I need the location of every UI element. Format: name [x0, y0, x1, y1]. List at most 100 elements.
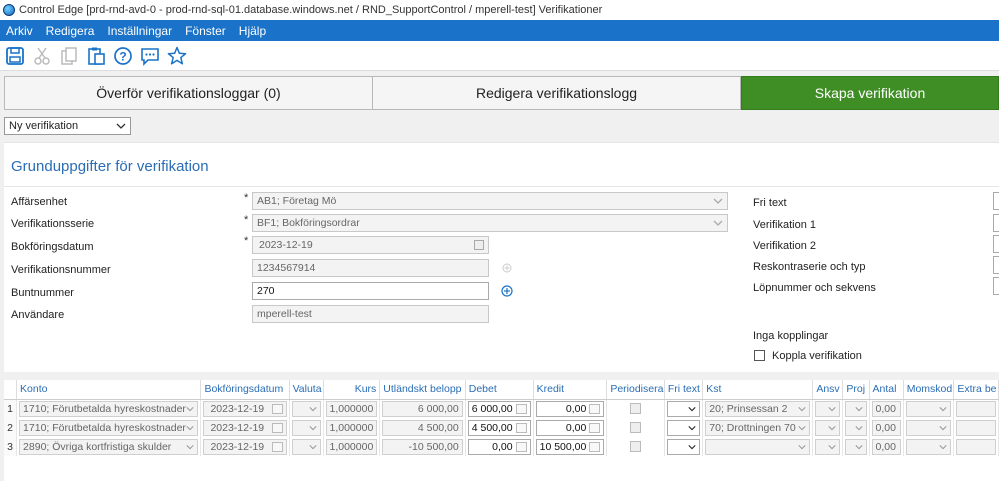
star-icon[interactable] — [165, 44, 189, 68]
extra-cell[interactable] — [956, 438, 996, 455]
reskontra-field[interactable] — [993, 256, 999, 274]
col-fri-text[interactable]: Fri text — [664, 380, 704, 400]
kst-cell[interactable]: 20; Prinsessan 2 — [705, 400, 811, 417]
momskod-cell[interactable] — [905, 438, 952, 455]
datum-cell[interactable]: 2023-12-19 — [203, 438, 287, 455]
cut-icon[interactable] — [30, 44, 54, 68]
fri-text-cell[interactable] — [666, 419, 701, 436]
calendar-icon[interactable] — [271, 403, 283, 414]
calendar-icon[interactable] — [271, 441, 283, 452]
chevron-down-icon — [308, 406, 317, 412]
save-icon[interactable] — [3, 44, 27, 68]
calculator-icon[interactable] — [515, 441, 527, 452]
kredit-value: 0,00 — [565, 402, 587, 415]
add-icon[interactable] — [501, 285, 513, 297]
datum-cell[interactable]: 2023-12-19 — [203, 400, 287, 417]
tab-redigera[interactable]: Redigera verifikationslogg — [373, 76, 741, 110]
valuta-cell[interactable] — [291, 438, 321, 455]
kst-cell[interactable] — [705, 438, 811, 455]
menu-arkiv[interactable]: Arkiv — [0, 24, 40, 38]
valuta-cell[interactable] — [291, 400, 321, 417]
calendar-icon[interactable] — [474, 240, 484, 250]
lopnummer-label: Löpnummer och sekvens — [753, 282, 876, 294]
col-proj[interactable]: Proj — [842, 380, 870, 400]
kredit-cell[interactable]: 0,00 — [535, 419, 605, 436]
verifikation2-field[interactable] — [993, 235, 999, 253]
chevron-down-icon — [186, 444, 195, 449]
col-kredit[interactable]: Kredit — [533, 380, 608, 400]
col-bokforingsdatum[interactable]: Bokföringsdatum — [200, 380, 290, 400]
momskod-cell[interactable] — [905, 400, 952, 417]
periodisera-checkbox[interactable] — [630, 441, 642, 452]
fri-text-field[interactable] — [993, 192, 999, 210]
col-valuta[interactable]: Valuta — [289, 380, 324, 400]
fri-text-cell[interactable] — [666, 438, 701, 455]
ansv-cell[interactable] — [815, 419, 841, 436]
col-konto[interactable]: Konto — [16, 380, 202, 400]
col-debet[interactable]: Debet — [465, 380, 534, 400]
verification-type-select[interactable]: Ny verifikation — [4, 117, 131, 135]
menu-fonster[interactable]: Fönster — [179, 24, 233, 38]
calendar-icon[interactable] — [271, 422, 283, 433]
periodisera-checkbox[interactable] — [630, 403, 642, 415]
menu-installningar[interactable]: Inställningar — [101, 24, 179, 38]
chevron-down-icon — [798, 444, 806, 449]
bokforingsdatum-field[interactable]: 2023-12-19 — [252, 236, 489, 254]
periodisera-checkbox[interactable] — [630, 422, 642, 433]
calculator-icon[interactable] — [589, 441, 601, 452]
debet-cell[interactable]: 4 500,00 — [467, 419, 531, 436]
kredit-cell[interactable]: 0,00 — [535, 400, 605, 417]
col-extra[interactable]: Extra be — [953, 380, 999, 400]
extra-cell[interactable] — [956, 400, 996, 417]
valuta-cell[interactable] — [291, 419, 321, 436]
calculator-icon[interactable] — [515, 403, 527, 414]
proj-cell[interactable] — [845, 438, 867, 455]
paste-icon[interactable] — [84, 44, 108, 68]
copy-icon[interactable] — [57, 44, 81, 68]
window-title: Control Edge [prd-rnd-avd-0 - prod-rnd-s… — [19, 4, 603, 16]
lopnummer-field[interactable] — [993, 277, 999, 295]
datum-cell[interactable]: 2023-12-19 — [203, 419, 287, 436]
buntnummer-field[interactable]: 270 — [252, 282, 489, 300]
chevron-down-icon — [854, 425, 863, 430]
add-icon — [502, 263, 512, 273]
konto-cell[interactable]: 2890; Övriga kortfristiga skulder — [19, 438, 199, 455]
menu-hjalp[interactable]: Hjälp — [233, 24, 273, 38]
calculator-icon[interactable] — [589, 422, 601, 433]
ansv-cell[interactable] — [815, 400, 841, 417]
debet-cell[interactable]: 6 000,00 — [467, 400, 531, 417]
calculator-icon[interactable] — [589, 403, 601, 414]
kst-cell[interactable]: 70; Drottningen 70 — [705, 419, 811, 436]
chat-icon[interactable] — [138, 44, 162, 68]
col-antal[interactable]: Antal — [869, 380, 904, 400]
affarsenhet-field[interactable]: AB1; Företag Mö — [252, 192, 728, 210]
col-periodisera[interactable]: Periodisera — [606, 380, 665, 400]
fri-text-cell[interactable] — [666, 400, 701, 417]
utlandskt-belopp-cell: -10 500,00 — [382, 438, 463, 455]
col-momskod[interactable]: Momskod — [903, 380, 955, 400]
konto-cell[interactable]: 1710; Förutbetalda hyreskostnader — [19, 419, 199, 436]
col-kst[interactable]: Kst — [702, 380, 814, 400]
col-ansv[interactable]: Ansv — [812, 380, 844, 400]
koppla-checkbox[interactable] — [754, 350, 765, 361]
calculator-icon[interactable] — [515, 422, 527, 433]
ansv-cell[interactable] — [815, 438, 841, 455]
kredit-cell[interactable]: 10 500,00 — [535, 438, 605, 455]
utlandskt-belopp-cell: 4 500,00 — [382, 419, 463, 436]
help-icon[interactable]: ? — [111, 44, 135, 68]
verifikation1-field[interactable] — [993, 214, 999, 232]
momskod-cell[interactable] — [905, 419, 952, 436]
chevron-down-icon — [186, 425, 195, 430]
debet-cell[interactable]: 0,00 — [467, 438, 531, 455]
konto-cell[interactable]: 1710; Förutbetalda hyreskostnader — [19, 400, 199, 417]
tab-overfor[interactable]: Överför verifikationsloggar (0) — [4, 76, 373, 110]
tab-skapa[interactable]: Skapa verifikation — [741, 76, 999, 110]
extra-cell[interactable] — [956, 419, 996, 436]
debet-value: 6 000,00 — [471, 402, 513, 415]
proj-cell[interactable] — [845, 419, 867, 436]
col-kurs[interactable]: Kurs — [323, 380, 381, 400]
col-utlandskt-belopp[interactable]: Utländskt belopp — [379, 380, 466, 400]
menu-redigera[interactable]: Redigera — [40, 24, 102, 38]
verifikationsserie-field[interactable]: BF1; Bokföringsordrar — [252, 214, 728, 232]
proj-cell[interactable] — [845, 400, 867, 417]
